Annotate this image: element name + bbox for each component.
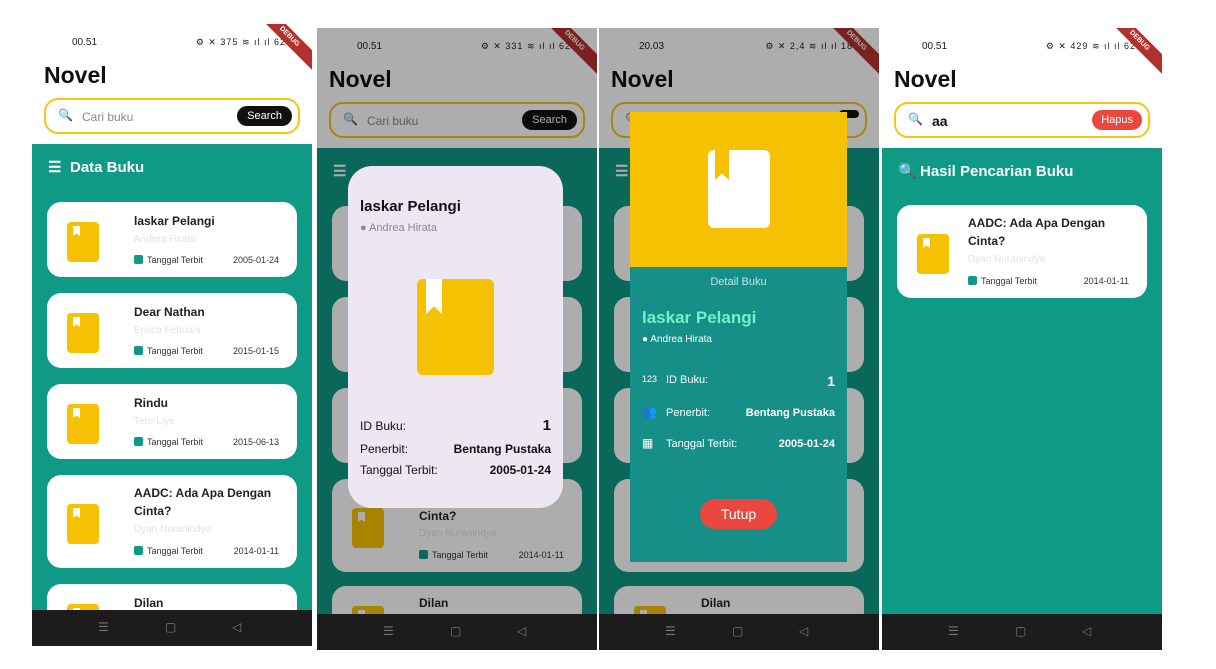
back-icon[interactable]: ◁ bbox=[1082, 624, 1091, 638]
book-title: laskar Pelangi bbox=[134, 214, 215, 228]
section-title: 🔍 Hasil Pencarian Buku bbox=[898, 163, 1074, 180]
book-author: Erisca Febriani bbox=[134, 325, 201, 336]
group-icon: 👥 bbox=[642, 405, 657, 419]
book-title: AADC: Ada Apa Dengan Cinta? bbox=[968, 216, 1106, 248]
date-label: Tanggal Terbit bbox=[134, 546, 203, 556]
search-bar[interactable]: 🔍 aa Hapus bbox=[894, 102, 1150, 138]
book-date: 2015-01-15 bbox=[232, 346, 279, 356]
menu-icon[interactable]: ☰ bbox=[948, 624, 959, 638]
close-button[interactable]: Tutup bbox=[700, 499, 777, 529]
calendar-icon: ▦ bbox=[642, 436, 654, 450]
detail-author: ● Andrea Hirata bbox=[642, 334, 712, 345]
date-label: Tanggal Terbit bbox=[134, 255, 203, 265]
search-icon: 🔍 bbox=[908, 112, 923, 126]
search-icon: 🔍 bbox=[898, 163, 917, 180]
menu-icon[interactable]: ☰ bbox=[98, 620, 109, 634]
book-icon bbox=[417, 279, 494, 375]
system-nav-bar: ☰ ▢ ◁ bbox=[32, 610, 312, 646]
person-icon: ● bbox=[360, 222, 370, 234]
page-title: Novel bbox=[894, 66, 957, 92]
book-card[interactable]: laskar Pelangi Andrea Hirata Tanggal Ter… bbox=[47, 202, 297, 277]
book-card[interactable]: AADC: Ada Apa Dengan Cinta? Dyan Nuranin… bbox=[47, 475, 297, 568]
book-detail-sheet: Detail Buku laskar Pelangi ● Andrea Hira… bbox=[630, 112, 847, 562]
book-icon bbox=[917, 234, 949, 274]
page-title: Novel bbox=[44, 62, 107, 88]
search-input[interactable]: aa bbox=[932, 113, 948, 129]
calendar-icon bbox=[134, 255, 143, 264]
system-nav-bar: ☰ ▢ ◁ bbox=[599, 614, 879, 650]
book-icon bbox=[708, 150, 770, 228]
book-date: 2005-01-24 bbox=[232, 255, 279, 265]
calendar-icon bbox=[134, 437, 143, 446]
menu-icon[interactable]: ☰ bbox=[665, 624, 676, 638]
status-icons: ⚙ ✕ 429 ≋ ıl ıl 62 bbox=[1045, 41, 1136, 51]
dialog-title: laskar Pelangi bbox=[360, 198, 461, 215]
date-label: Tanggal Terbit bbox=[134, 437, 203, 447]
clear-button[interactable]: Hapus bbox=[1092, 110, 1142, 130]
book-date: 2014-01-11 bbox=[233, 546, 279, 556]
system-nav-bar: ☰ ▢ ◁ bbox=[317, 614, 597, 650]
date-label: Tanggal Terbit bbox=[134, 346, 203, 356]
book-card[interactable]: AADC: Ada Apa Dengan Cinta? Dyan Nuranin… bbox=[897, 205, 1147, 298]
book-author: Dyan Nuranindya bbox=[968, 254, 1046, 265]
dialog-author: ● Andrea Hirata bbox=[360, 222, 437, 234]
calendar-icon bbox=[968, 276, 977, 285]
book-card[interactable]: Rindu Tere Liye Tanggal Terbit 2015-06-1… bbox=[47, 384, 297, 459]
date-label: Tanggal Terbit bbox=[968, 276, 1037, 286]
phone-screen-list: 00.51 ⚙ ✕ 375 ≋ ıl ıl 62 DEBUG Novel 🔍 C… bbox=[32, 24, 312, 646]
status-bar: 00.51 ⚙ ✕ 375 ≋ ıl ıl 62 bbox=[32, 24, 312, 60]
book-date: 2014-01-11 bbox=[1083, 276, 1129, 286]
book-card[interactable]: Dilan bbox=[47, 584, 297, 610]
book-author: Andrea Hirata bbox=[134, 234, 196, 245]
home-icon[interactable]: ▢ bbox=[732, 624, 743, 638]
search-bar[interactable]: 🔍 Cari buku Search bbox=[44, 98, 300, 134]
home-icon[interactable]: ▢ bbox=[165, 620, 176, 634]
status-time: 00.51 bbox=[72, 37, 98, 48]
calendar-icon bbox=[134, 346, 143, 355]
book-title: Dear Nathan bbox=[134, 305, 205, 319]
book-title: Rindu bbox=[134, 396, 168, 410]
home-icon[interactable]: ▢ bbox=[450, 624, 461, 638]
phone-screen-dialog: 00.51 ⚙ ✕ 331 ≋ ıl ıl 62 DEBUG Novel 🔍 C… bbox=[317, 28, 597, 650]
status-bar: 00.51 ⚙ ✕ 429 ≋ ıl ıl 62 bbox=[882, 28, 1162, 64]
number-icon: 123 bbox=[642, 374, 658, 384]
book-title: AADC: Ada Apa Dengan Cinta? bbox=[134, 486, 272, 518]
calendar-icon bbox=[134, 546, 143, 555]
phone-screen-search-result: 00.51 ⚙ ✕ 429 ≋ ıl ıl 62 DEBUG Novel 🔍 a… bbox=[882, 28, 1162, 650]
status-icons: ⚙ ✕ 375 ≋ ıl ıl 62 bbox=[195, 37, 286, 47]
detail-header-image bbox=[630, 112, 847, 267]
home-icon[interactable]: ▢ bbox=[1015, 624, 1026, 638]
back-icon[interactable]: ◁ bbox=[232, 620, 241, 634]
book-card[interactable]: Dear Nathan Erisca Febriani Tanggal Terb… bbox=[47, 293, 297, 368]
book-date: 2015-06-13 bbox=[232, 437, 279, 447]
phone-screen-detail: 20.03 ⚙ ✕ 2,4 ≋ ıl ıl 18 DEBUG Novel 🔍 ☰… bbox=[599, 28, 879, 650]
detail-title: laskar Pelangi bbox=[642, 308, 757, 327]
search-icon: 🔍 bbox=[58, 108, 73, 122]
status-time: 00.51 bbox=[922, 41, 948, 52]
section-title: ☰ Data Buku bbox=[48, 159, 145, 176]
system-nav-bar: ☰ ▢ ◁ bbox=[882, 614, 1162, 650]
book-author: Dyan Nuranindya bbox=[134, 524, 212, 535]
book-icon bbox=[67, 404, 99, 444]
menu-icon[interactable]: ☰ bbox=[383, 624, 394, 638]
search-input[interactable]: Cari buku bbox=[82, 110, 133, 124]
list-icon: ☰ bbox=[48, 159, 62, 176]
book-list-area: ☰ Data Buku laskar Pelangi Andrea Hirata … bbox=[32, 144, 312, 610]
book-dialog: laskar Pelangi ● Andrea Hirata ID Buku: 1… bbox=[348, 166, 563, 508]
back-icon[interactable]: ◁ bbox=[517, 624, 526, 638]
search-button[interactable]: Search bbox=[237, 106, 292, 126]
book-icon bbox=[67, 313, 99, 353]
result-area: 🔍 Hasil Pencarian Buku AADC: Ada Apa Deng… bbox=[882, 148, 1162, 614]
book-icon bbox=[67, 222, 99, 262]
book-title: Dilan bbox=[134, 596, 164, 610]
book-author: Tere Liye bbox=[134, 416, 175, 427]
back-icon[interactable]: ◁ bbox=[799, 624, 808, 638]
book-icon bbox=[67, 504, 99, 544]
detail-heading: Detail Buku bbox=[710, 276, 767, 288]
